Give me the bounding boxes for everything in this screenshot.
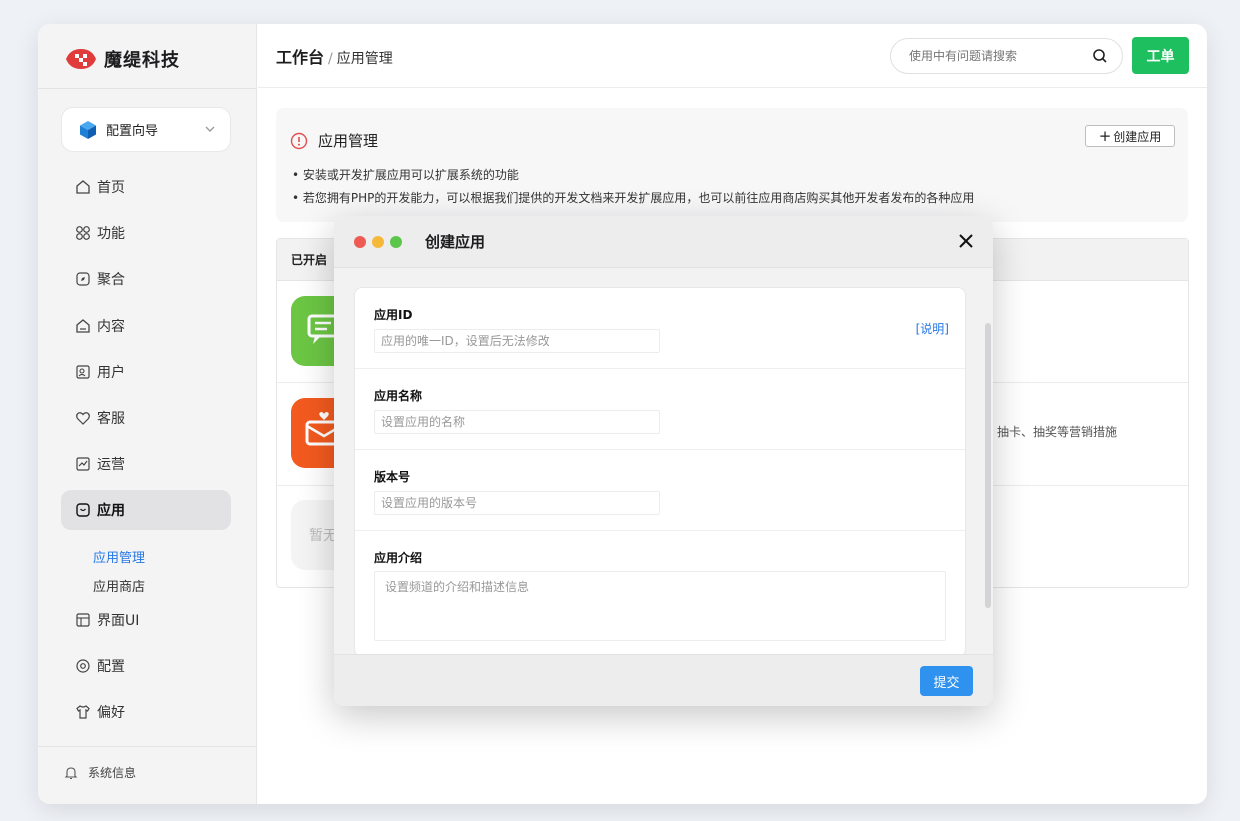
breadcrumb-current: 应用管理 [336, 51, 393, 67]
field-label: 应用名称 [374, 389, 423, 403]
field-app-id: 应用ID 应用的唯一ID，设置后无法修改 [说明] [355, 288, 965, 369]
info-panel: 应用管理 + 创建应用 • 安装或开发扩展应用可以扩展系统的功能 • 若您拥有PH… [276, 108, 1188, 222]
brand-name: 魔缇科技 [104, 50, 180, 71]
create-app-button[interactable]: + 创建应用 [1085, 125, 1175, 147]
description-textarea[interactable]: 设置频道的介绍和描述信息 [374, 571, 946, 641]
app-row-description: 、抽卡、抽奖等营销措施 [985, 425, 1118, 439]
empty-label: 暂无 [309, 528, 337, 544]
version-input[interactable]: 设置应用的版本号 [374, 491, 660, 515]
info-bullet: • 安装或开发扩展应用可以扩展系统的功能 [292, 168, 519, 182]
system-info-label: 系统信息 [88, 766, 137, 780]
submit-button[interactable]: 提交 [920, 666, 973, 696]
system-info-link[interactable]: 系统信息 [64, 764, 136, 781]
help-link[interactable]: [说明] [916, 320, 949, 337]
field-description: 应用介绍 设置频道的介绍和描述信息 [355, 531, 965, 656]
modal-footer: 提交 [334, 654, 993, 706]
settings-icon [75, 658, 91, 674]
modal-header: 创建应用 [334, 216, 993, 268]
modal-body: 应用ID 应用的唯一ID，设置后无法修改 [说明] 应用名称 设置应用的名称 版… [334, 268, 993, 657]
app-id-input[interactable]: 应用的唯一ID，设置后无法修改 [374, 329, 660, 353]
sidebar-item-users[interactable]: 用户 [61, 352, 231, 392]
create-app-label: 创建应用 [1113, 129, 1162, 144]
search-icon[interactable] [1092, 48, 1108, 64]
sidebar-item-label: 内容 [97, 319, 125, 335]
sidebar-item-preferences[interactable]: 偏好 [61, 692, 231, 732]
close-dot[interactable] [354, 236, 366, 248]
shirt-icon [75, 704, 91, 720]
minimize-dot[interactable] [372, 236, 384, 248]
bell-icon [64, 766, 78, 779]
create-app-modal: 创建应用 应用ID 应用的唯一ID，设置后无法修改 [说明] 应用名称 设置应用… [334, 216, 993, 706]
sidebar-item-label: 界面UI [97, 613, 140, 629]
search-box[interactable] [890, 38, 1123, 74]
sidebar-item-features[interactable]: 功能 [61, 213, 231, 253]
ticket-button[interactable]: 工单 [1132, 37, 1189, 74]
info-title-text: 应用管理 [318, 132, 379, 150]
create-app-form: 应用ID 应用的唯一ID，设置后无法修改 [说明] 应用名称 设置应用的名称 版… [354, 287, 966, 657]
sidebar: 魔缇科技 配置向导 首页 功能 聚合 内容 用户 客服 运营 应用 应用管理 应… [38, 24, 257, 804]
info-bullet: • 若您拥有PHP的开发能力，可以根据我们提供的开发文档来开发扩展应用，也可以前… [292, 191, 975, 205]
chevron-down-icon [205, 126, 215, 132]
field-label: 版本号 [374, 470, 411, 484]
divider [38, 746, 257, 747]
info-title: 应用管理 [290, 130, 378, 151]
scrollbar[interactable] [985, 323, 991, 608]
config-wizard-dropdown[interactable]: 配置向导 [61, 107, 231, 152]
layout-icon [75, 612, 91, 628]
close-icon[interactable] [957, 232, 975, 250]
chart-icon [75, 456, 91, 472]
sidebar-item-settings[interactable]: 配置 [61, 646, 231, 686]
sidebar-item-label: 用户 [97, 365, 125, 381]
brand-mark-icon [66, 49, 96, 69]
sidebar-item-ui[interactable]: 界面UI [61, 600, 231, 640]
breadcrumb: 工作台 / 应用管理 [276, 48, 393, 67]
sidebar-item-apps[interactable]: 应用 [61, 490, 231, 530]
table-header-label: 已开启 [291, 253, 328, 267]
top-bar: 工作台/应用管理 工单 [258, 24, 1207, 88]
maximize-dot[interactable] [390, 236, 402, 248]
app-name-input[interactable]: 设置应用的名称 [374, 410, 660, 434]
heart-icon [75, 410, 91, 426]
content-icon [75, 318, 91, 334]
sidebar-item-label: 功能 [97, 226, 125, 242]
user-card-icon [75, 364, 91, 380]
page-title[interactable]: 工作台 [276, 48, 324, 67]
sidebar-item-operations[interactable]: 运营 [61, 444, 231, 484]
field-label: 应用介绍 [374, 551, 423, 565]
cube-icon [80, 120, 96, 139]
modal-title: 创建应用 [425, 233, 486, 251]
sidebar-item-label: 首页 [97, 180, 125, 196]
compass-icon [75, 271, 91, 287]
sidebar-item-content[interactable]: 内容 [61, 306, 231, 346]
grid-icon [75, 225, 91, 241]
divider [38, 88, 257, 89]
wizard-label: 配置向导 [106, 124, 159, 139]
sidebar-item-label: 应用 [97, 503, 125, 519]
app-icon [75, 502, 91, 518]
sidebar-item-label: 偏好 [97, 705, 125, 721]
sidebar-item-label: 客服 [97, 411, 125, 427]
field-label: 应用ID [374, 308, 413, 322]
sidebar-item-label: 运营 [97, 457, 125, 473]
search-input[interactable] [909, 49, 1079, 63]
subitem-app-store[interactable]: 应用商店 [93, 576, 145, 595]
warning-icon [290, 132, 308, 149]
brand-logo[interactable]: 魔缇科技 [64, 42, 180, 76]
sidebar-item-aggregate[interactable]: 聚合 [61, 259, 231, 299]
sidebar-item-home[interactable]: 首页 [61, 167, 231, 207]
sidebar-item-label: 聚合 [97, 272, 125, 288]
sidebar-item-label: 配置 [97, 659, 125, 675]
field-version: 版本号 设置应用的版本号 [355, 450, 965, 531]
sidebar-item-service[interactable]: 客服 [61, 398, 231, 438]
field-app-name: 应用名称 设置应用的名称 [355, 369, 965, 450]
subitem-app-management[interactable]: 应用管理 [93, 547, 145, 566]
plus-icon: + [1098, 127, 1112, 145]
home-icon [75, 179, 91, 195]
